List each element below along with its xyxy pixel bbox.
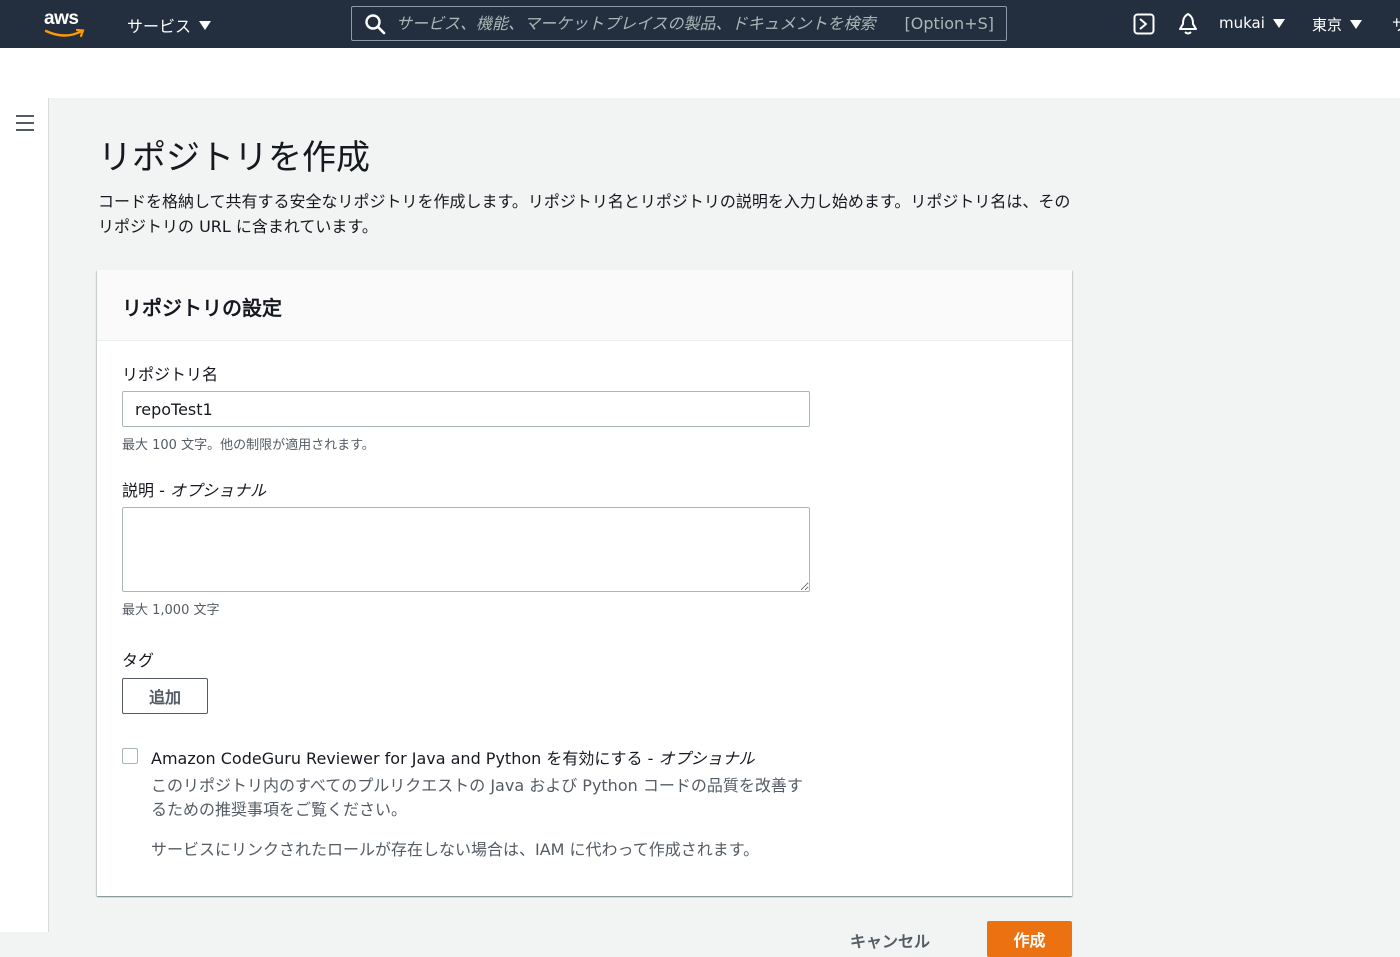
global-search[interactable]: [Option+S] [351, 6, 1007, 41]
caret-down-icon [1350, 20, 1363, 29]
aws-logo-text: aws [44, 8, 79, 29]
description-label-text: 説明 - [122, 481, 170, 500]
page-title: リポジトリを作成 [98, 138, 370, 178]
hamburger-icon[interactable] [16, 115, 34, 131]
repo-name-hint: 最大 100 文字。他の制限が適用されます。 [122, 438, 375, 453]
services-menu-button[interactable]: サービス [127, 13, 212, 37]
codeguru-optional-text: オプショナル [658, 749, 755, 768]
caret-down-icon [199, 20, 212, 30]
codeguru-label-text: Amazon CodeGuru Reviewer for Java and Py… [151, 749, 659, 768]
tags-label: タグ [122, 651, 155, 670]
description-hint: 最大 1,000 文字 [122, 603, 220, 618]
side-navigation-collapsed [0, 98, 49, 932]
panel-title: リポジトリの設定 [122, 296, 282, 320]
panel-header: リポジトリの設定 [97, 270, 1072, 341]
repository-settings-panel: リポジトリの設定 リポジトリ名 最大 100 文字。他の制限が適用されます。 説… [97, 270, 1072, 896]
add-tag-button[interactable]: 追加 [122, 678, 208, 714]
top-navigation: aws サービス [Option+S] mukai 東京 サ [0, 0, 1400, 48]
account-menu-button[interactable]: mukai [1219, 14, 1285, 32]
caret-down-icon [1272, 18, 1285, 28]
create-repository-button[interactable]: 作成 [987, 921, 1072, 957]
description-textarea[interactable] [122, 507, 810, 592]
header-band [0, 48, 1400, 98]
codeguru-description: このリポジトリ内のすべてのプルリクエストの Java および Python コー… [151, 776, 803, 819]
page-description: コードを格納して共有する安全なリポジトリを作成します。リポジトリ名とリポジトリの… [98, 192, 1071, 236]
description-label: 説明 - オプショナル [122, 477, 266, 501]
description-optional-text: オプショナル [169, 481, 266, 500]
repo-name-input[interactable] [122, 391, 810, 427]
aws-logo[interactable]: aws [44, 8, 86, 38]
cloudshell-icon[interactable] [1133, 13, 1155, 35]
region-name: 東京 [1312, 16, 1343, 34]
codeguru-label[interactable]: Amazon CodeGuru Reviewer for Java and Py… [151, 745, 754, 769]
codeguru-checkbox[interactable] [122, 748, 138, 764]
repo-name-label: リポジトリ名 [122, 365, 219, 384]
search-input[interactable] [396, 7, 905, 40]
support-menu-button[interactable]: サ [1392, 14, 1400, 35]
account-name: mukai [1219, 14, 1265, 32]
bell-icon[interactable] [1177, 12, 1199, 36]
region-selector[interactable]: 東京 [1312, 14, 1363, 35]
aws-smile-icon [44, 28, 85, 38]
search-icon [365, 13, 386, 34]
codeguru-note: サービスにリンクされたロールが存在しない場合は、IAM に代わって作成されます。 [151, 840, 760, 859]
services-label: サービス [127, 17, 192, 36]
search-shortcut-hint: [Option+S] [904, 14, 994, 33]
